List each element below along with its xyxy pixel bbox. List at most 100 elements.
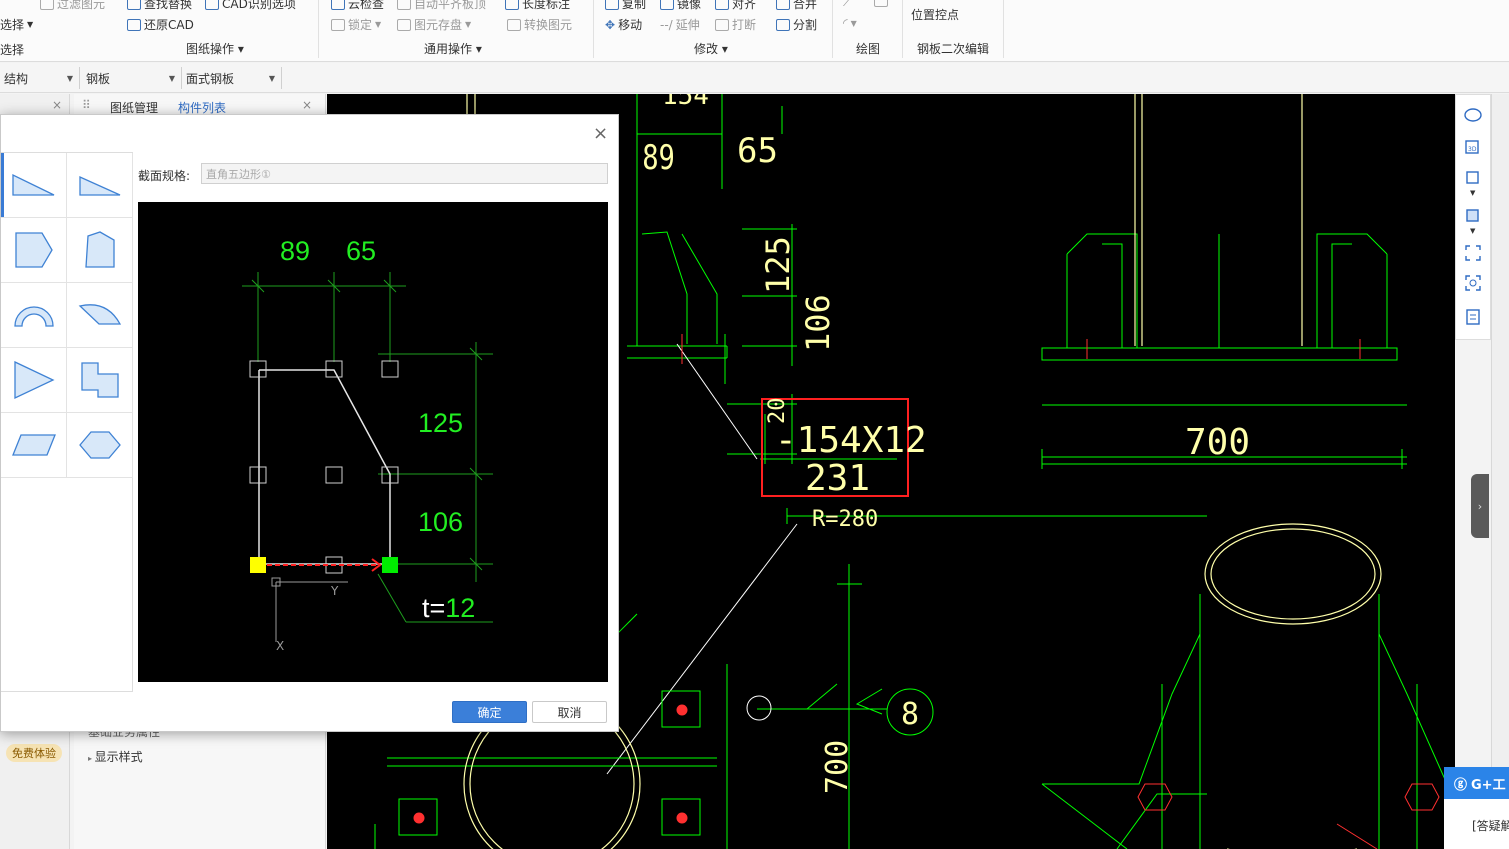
section-preview-drawing: Y X 89 65 125 106 t=12 <box>242 236 493 653</box>
auto-align-slab-button[interactable]: 自动平齐板顶 <box>397 0 486 12</box>
notched-rect-icon <box>80 362 119 398</box>
save-icon <box>397 18 411 31</box>
chevron-down-icon: ▼ <box>27 20 34 29</box>
arc-icon: ◜ <box>843 16 848 30</box>
ok-button[interactable]: 确定 <box>452 701 527 723</box>
merge-button[interactable]: 合并 <box>776 0 817 12</box>
properties-icon[interactable] <box>1463 307 1483 327</box>
extend-button[interactable]: --/延伸 <box>660 16 700 33</box>
group-divider <box>1003 0 1004 58</box>
tree-item-display-style[interactable]: ▸ 显示样式 <box>88 748 143 765</box>
group-divider <box>832 0 833 58</box>
position-control-point-button[interactable]: 位置控点 <box>911 6 959 23</box>
select-button[interactable]: 选择 <box>0 41 24 58</box>
triangle-icon <box>13 360 55 400</box>
group-label-plate-edit: 钢板二次编辑 <box>917 42 990 56</box>
shape-arc[interactable] <box>1 283 67 348</box>
shape-right-triangle-b[interactable] <box>67 153 133 218</box>
view-3d-icon[interactable]: 3D <box>1463 137 1483 157</box>
cube-icon[interactable] <box>1463 167 1483 187</box>
cad-dim-700: 700 <box>1185 422 1250 463</box>
cad-dim-125: 125 <box>759 236 797 294</box>
shape-pentagon[interactable] <box>67 218 133 283</box>
shape-triangle[interactable] <box>1 348 67 413</box>
select-dropdown[interactable]: 选择 ▼ <box>0 16 33 33</box>
gplus-assistant-button[interactable]: ⓖ G+工 <box>1444 767 1509 799</box>
preview-dim-89: 89 <box>280 236 310 266</box>
close-icon[interactable]: × <box>302 98 312 112</box>
pentagon-outline <box>258 369 391 565</box>
lock-button[interactable]: 锁定 ▼ <box>331 16 381 33</box>
mirror-icon <box>660 0 674 10</box>
component-selector-bar: 结构 ▼ 钢板 ▼ 面式钢板 ▼ <box>0 63 1509 93</box>
section-spec-label: 截面规格: <box>138 169 191 183</box>
break-button[interactable]: 打断 <box>715 16 756 33</box>
chevron-down-icon[interactable]: ▼ <box>1470 227 1475 235</box>
preview-dim-125: 125 <box>418 408 463 438</box>
split-button[interactable]: 分割 <box>776 16 817 33</box>
draw-arc-button[interactable]: ◜ ▼ <box>843 16 857 30</box>
select-box-icon[interactable] <box>1463 273 1483 293</box>
shape-right-pentagon[interactable] <box>1 218 67 283</box>
shape-hexagon[interactable] <box>67 413 133 478</box>
plate-select[interactable]: 钢板 ▼ <box>82 67 182 89</box>
parallelogram-icon <box>11 434 56 456</box>
cad-labels: 154 89 65 125 106 20 -154X12 231 700 R=2… <box>642 94 1250 794</box>
arc-icon <box>13 306 54 327</box>
qa-link[interactable]: [答疑解 <box>1444 799 1509 849</box>
cad-recognition-options-button[interactable]: CAD识别选项 <box>205 0 296 12</box>
right-side-panel <box>1491 94 1509 849</box>
save-elements-button[interactable]: 图元存盘 ▼ <box>397 16 471 33</box>
filter-elements-button[interactable]: 过滤图元 <box>40 0 105 12</box>
cancel-button[interactable]: 取消 <box>532 701 607 723</box>
group-divider <box>318 0 319 58</box>
align-icon <box>715 0 729 10</box>
chevron-down-icon: ▼ <box>268 74 275 83</box>
hexagon-icon <box>78 431 121 459</box>
shape-parallelogram[interactable] <box>1 413 67 478</box>
convert-icon <box>507 18 521 31</box>
length-dimension-button[interactable]: 长度标注 <box>505 0 570 12</box>
chevron-down-icon: ▼ <box>66 74 73 83</box>
pentagon-icon <box>84 231 115 268</box>
start-point-marker[interactable] <box>250 557 266 573</box>
face-plate-select[interactable]: 面式钢板 ▼ <box>182 67 282 89</box>
free-trial-badge[interactable]: 免费体验 <box>6 744 62 762</box>
cad-weld-number: 8 <box>901 697 919 732</box>
close-icon[interactable]: × <box>593 123 608 144</box>
convert-elements-button[interactable]: 转换图元 <box>507 16 572 33</box>
collapse-panel-button[interactable]: › <box>1471 474 1489 538</box>
align-slab-icon <box>397 0 411 10</box>
right-triangle-icon <box>11 173 54 196</box>
shape-sector[interactable] <box>67 283 133 348</box>
draw-line-button[interactable]: ⟋ <box>843 0 851 10</box>
draw-rect-button[interactable] <box>874 0 888 7</box>
close-icon[interactable]: × <box>52 98 62 112</box>
dimension-icon <box>505 0 519 10</box>
shape-notched-rect[interactable] <box>67 348 133 413</box>
cad-label-154: 154 <box>662 94 709 111</box>
solid-cube-icon[interactable] <box>1463 205 1483 225</box>
end-point-marker[interactable] <box>382 557 398 573</box>
move-button[interactable]: ✥ 移动 <box>605 16 642 33</box>
group-divider <box>902 0 903 58</box>
copy-button[interactable]: 复制 <box>605 0 646 12</box>
find-replace-button[interactable]: 查找替换 <box>127 0 192 12</box>
drag-handle-icon[interactable]: ⠿ <box>82 98 91 112</box>
shape-right-triangle-a[interactable] <box>1 153 67 218</box>
orbit-icon[interactable] <box>1463 105 1483 125</box>
break-icon <box>715 18 729 31</box>
extend-icon: --/ <box>660 17 673 32</box>
align-button[interactable]: 对齐 <box>715 0 756 12</box>
view-toolbar: 3D ▼ ▼ <box>1455 94 1491 340</box>
cloud-check-button[interactable]: 云检查 <box>331 0 384 12</box>
section-spec-input[interactable] <box>201 163 608 184</box>
mirror-button[interactable]: 镜像 <box>660 0 701 12</box>
fit-view-icon[interactable] <box>1463 243 1483 263</box>
split-icon <box>776 18 790 31</box>
chevron-down-icon[interactable]: ▼ <box>1470 189 1475 197</box>
structure-select[interactable]: 结构 ▼ <box>0 67 80 89</box>
restore-cad-button[interactable]: 还原CAD <box>127 16 194 33</box>
gplus-logo-icon: ⓖ <box>1454 777 1468 793</box>
preview-dim-65: 65 <box>346 236 376 266</box>
